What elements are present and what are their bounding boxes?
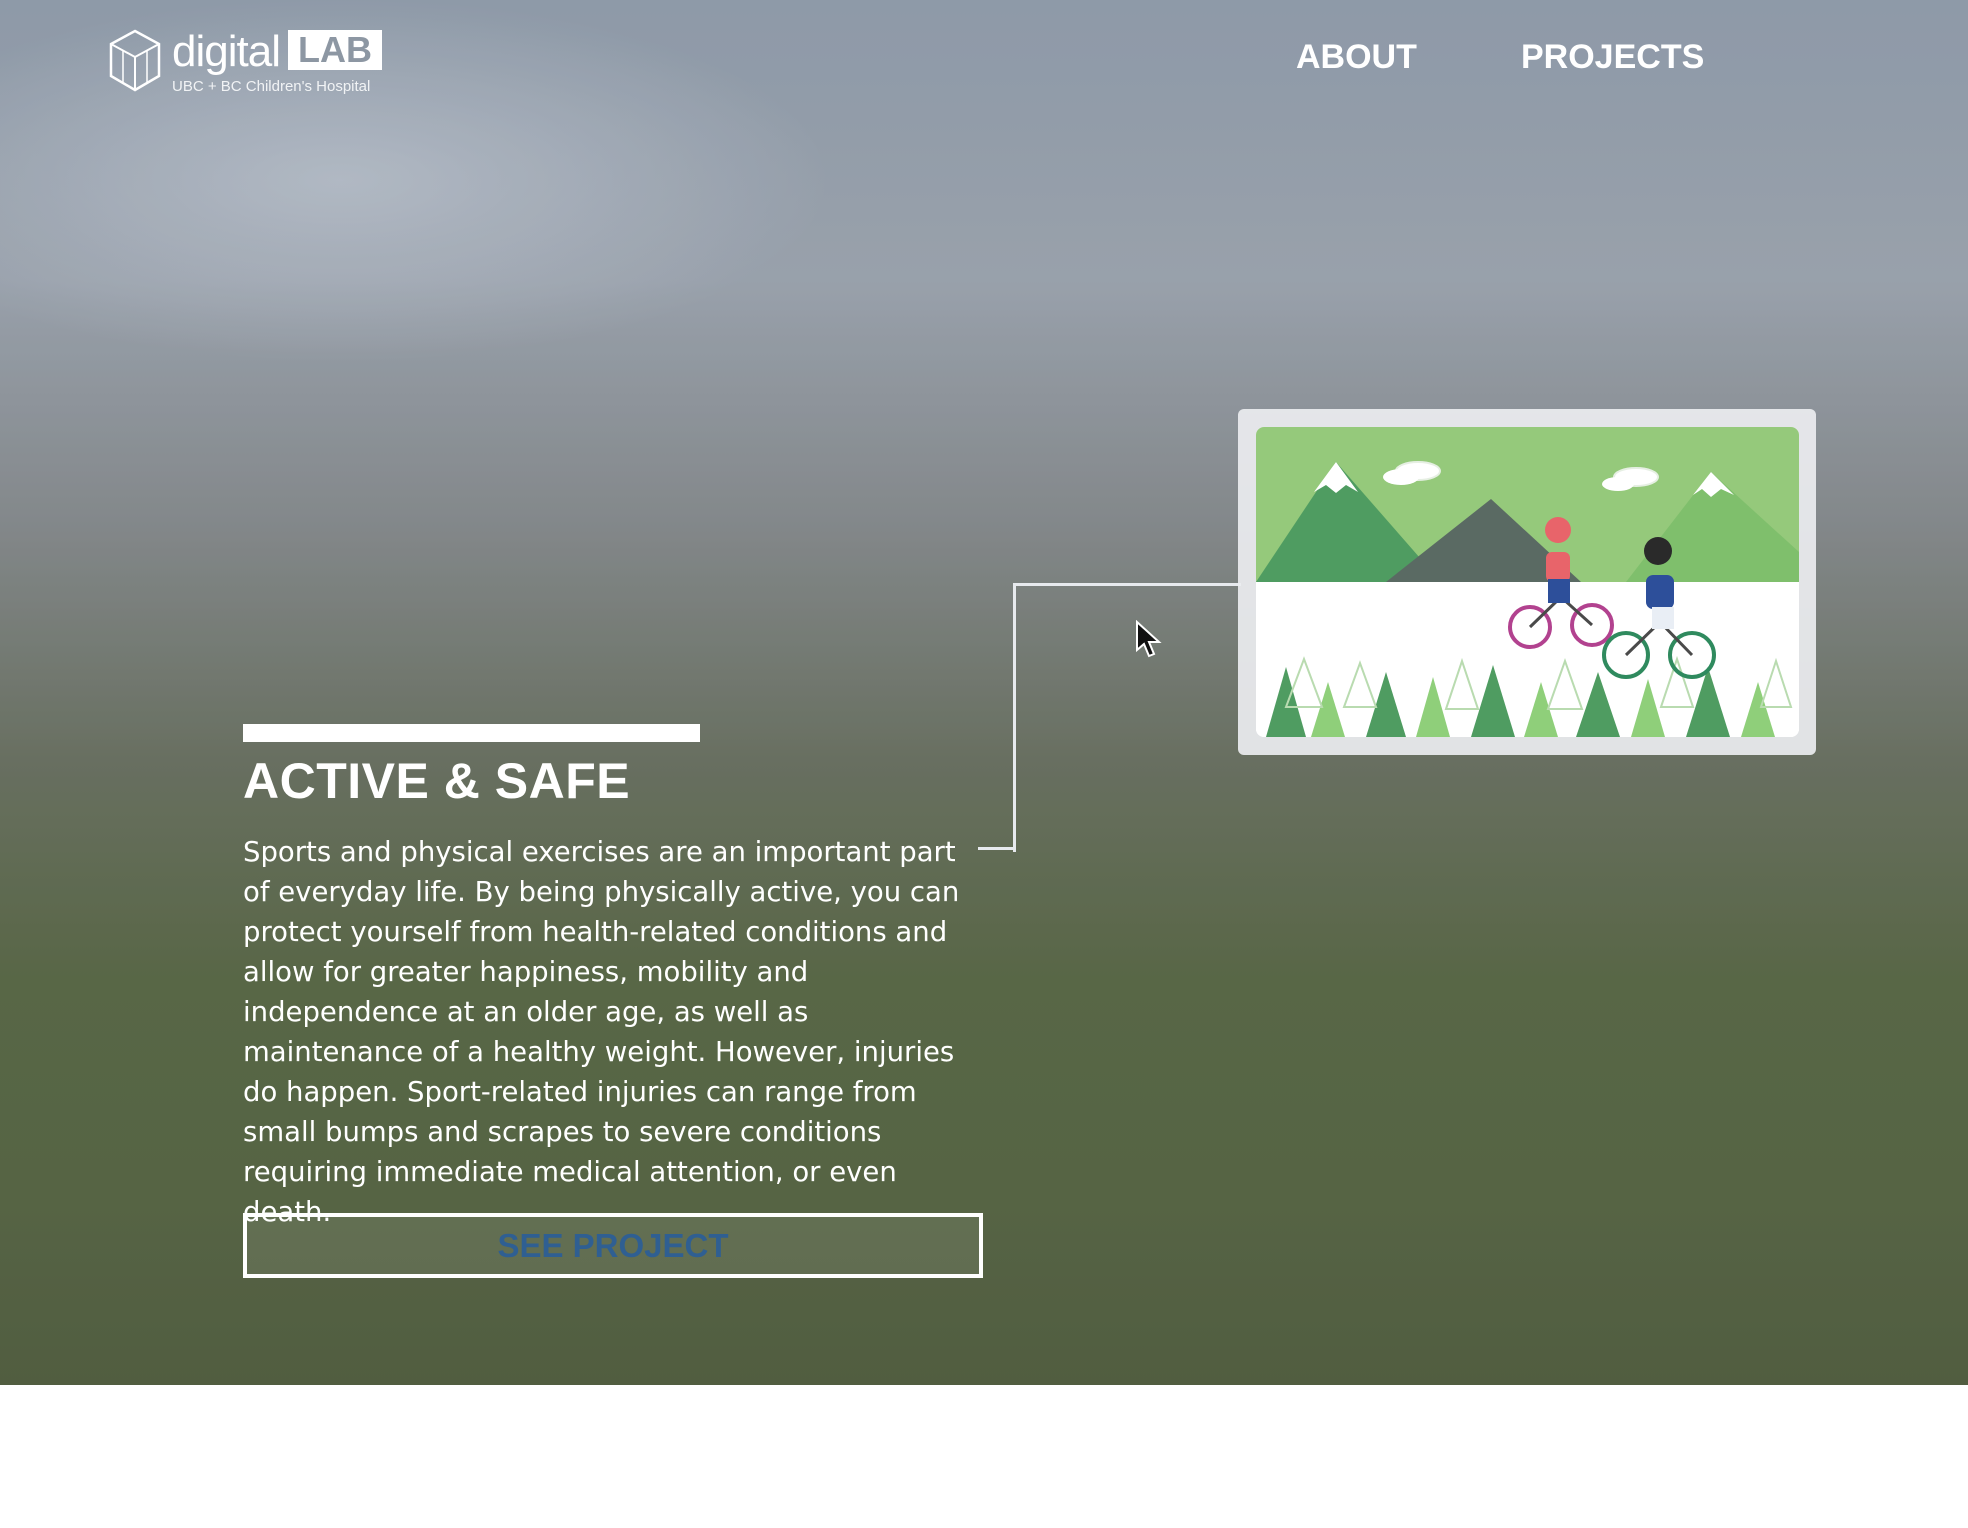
page-title: ACTIVE & SAFE [243, 753, 631, 809]
logo-wordmark: digital [172, 27, 281, 76]
cube-logo-icon [109, 29, 161, 92]
title-accent-bar [243, 724, 700, 742]
mouse-pointer-icon [1136, 620, 1162, 658]
bottom-band [0, 1385, 1968, 1528]
see-project-button[interactable]: SEE PROJECT [243, 1213, 983, 1278]
logo-subtitle: UBC + BC Children's Hospital [172, 78, 371, 95]
nav-about[interactable]: ABOUT [1296, 38, 1417, 77]
illustration-frame [1256, 427, 1799, 737]
nav-projects[interactable]: PROJECTS [1521, 38, 1704, 77]
illustration-card[interactable] [1238, 409, 1816, 755]
hero-description: Sports and physical exercises are an imp… [243, 836, 960, 1228]
logo-badge: LAB [288, 30, 382, 70]
site-logo[interactable]: digital LAB UBC + BC Children's Hospital [108, 26, 382, 96]
connector-line [1013, 583, 1241, 852]
cyclists-mountains-illustration [1256, 427, 1799, 737]
